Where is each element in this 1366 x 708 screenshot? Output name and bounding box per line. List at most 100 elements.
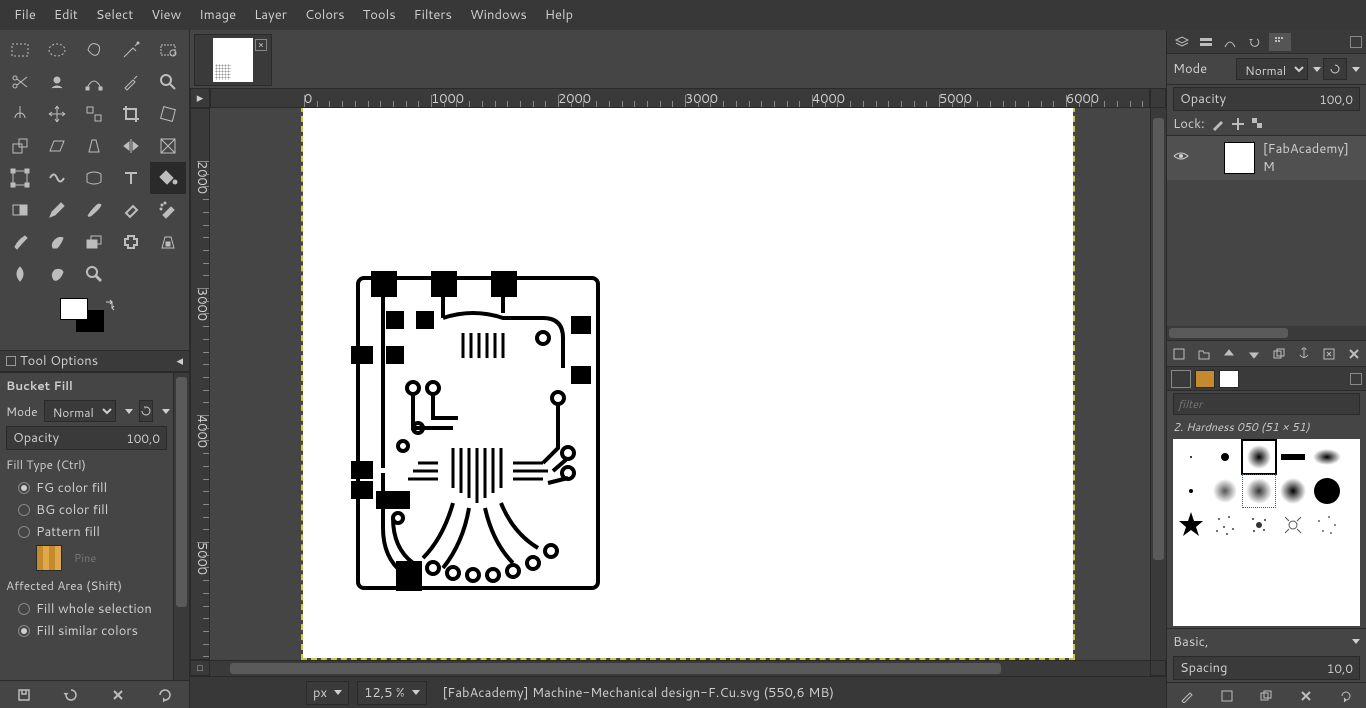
tool-paths[interactable] xyxy=(76,66,112,98)
tool-text[interactable] xyxy=(113,162,149,194)
brush-grid[interactable] xyxy=(1173,439,1360,626)
pattern-swatch[interactable] xyxy=(36,545,62,571)
brush-filter-input[interactable] xyxy=(1173,393,1360,415)
layer-name[interactable]: [FabAcademy] M xyxy=(1263,140,1360,176)
layer-visibility-icon[interactable] xyxy=(1173,148,1189,169)
tool-heal[interactable] xyxy=(113,226,149,258)
fill-whole-radio[interactable]: Fill whole selection xyxy=(0,598,173,620)
unit-select[interactable]: px xyxy=(306,681,349,705)
menu-windows[interactable]: Windows xyxy=(462,2,535,28)
horizontal-ruler[interactable]: 0100020003000400050006000 xyxy=(210,88,1150,108)
duplicate-layer-icon[interactable] xyxy=(1272,347,1286,361)
tool-cage[interactable] xyxy=(150,130,186,162)
menu-image[interactable]: Image xyxy=(191,2,244,28)
swap-colors-icon[interactable] xyxy=(104,298,118,312)
lock-pixels-icon[interactable] xyxy=(1211,117,1225,131)
merge-layer-icon[interactable] xyxy=(1322,347,1336,361)
lock-alpha-icon[interactable] xyxy=(1251,117,1265,131)
close-tab-icon[interactable]: × xyxy=(255,39,267,51)
brushes-tab-icon[interactable] xyxy=(1171,370,1191,388)
tool-zoom[interactable] xyxy=(150,66,186,98)
tool-fuzzy-select[interactable] xyxy=(113,34,149,66)
tool-smudge[interactable] xyxy=(39,258,75,290)
brush-spacing-slider[interactable]: Spacing 10,0 xyxy=(1173,656,1360,680)
refresh-brush-icon[interactable] xyxy=(1339,689,1353,703)
dock-detach-icon[interactable] xyxy=(1350,36,1362,48)
brush-preset-select[interactable]: Basic, xyxy=(1173,633,1209,651)
tool-perspective[interactable] xyxy=(76,130,112,162)
tool-dodge[interactable] xyxy=(76,258,112,290)
gradients-tab-icon[interactable] xyxy=(1219,370,1239,388)
delete-brush-icon[interactable] xyxy=(1299,689,1313,703)
tool-foreground-select[interactable] xyxy=(39,66,75,98)
lock-position-icon[interactable] xyxy=(1231,117,1245,131)
tool-by-color-select[interactable] xyxy=(150,34,186,66)
tool-rotate[interactable] xyxy=(150,98,186,130)
canvas-page[interactable] xyxy=(303,108,1073,658)
layer-mode-select[interactable]: Normal xyxy=(1236,58,1308,80)
tool-ellipse-select[interactable] xyxy=(39,34,75,66)
navigation-icon[interactable] xyxy=(1150,660,1166,676)
tool-scale[interactable] xyxy=(2,130,38,162)
canvas-viewport[interactable] xyxy=(210,108,1150,660)
canvas-vscrollbar[interactable] xyxy=(1150,108,1166,660)
menu-tools[interactable]: Tools xyxy=(355,2,404,28)
tool-eraser[interactable] xyxy=(113,194,149,226)
histogram-tab-icon[interactable] xyxy=(1269,33,1291,51)
canvas-hscrollbar[interactable] xyxy=(210,660,1150,676)
tool-scissors[interactable] xyxy=(2,66,38,98)
brush-dock-menu-icon[interactable] xyxy=(1350,373,1362,385)
opacity-slider[interactable]: Opacity 100,0 xyxy=(6,426,167,450)
save-preset-icon[interactable] xyxy=(16,687,32,703)
tool-bucket-fill[interactable] xyxy=(150,162,186,194)
tool-free-select[interactable] xyxy=(76,34,112,66)
fill-pattern-radio[interactable]: Pattern fill xyxy=(0,521,173,543)
lower-layer-icon[interactable] xyxy=(1247,347,1261,361)
menu-layer[interactable]: Layer xyxy=(246,2,295,28)
tool-blur[interactable] xyxy=(2,258,38,290)
patterns-tab-icon[interactable] xyxy=(1195,370,1215,388)
delete-icon[interactable] xyxy=(110,687,126,703)
raise-layer-icon[interactable] xyxy=(1222,347,1236,361)
tool-options-scrollbar[interactable] xyxy=(173,373,189,680)
tool-airbrush[interactable] xyxy=(150,194,186,226)
new-brush-icon[interactable] xyxy=(1220,689,1234,703)
undo-tab-icon[interactable] xyxy=(1243,33,1265,51)
tool-ink[interactable] xyxy=(2,226,38,258)
vertical-ruler[interactable]: 2000300040005000 xyxy=(190,108,210,660)
tool-color-picker[interactable] xyxy=(113,66,149,98)
dock-menu-icon[interactable]: ◂ xyxy=(176,352,183,370)
paths-tab-icon[interactable] xyxy=(1219,33,1241,51)
menu-help[interactable]: Help xyxy=(537,2,581,28)
tool-handle-transform[interactable] xyxy=(76,162,112,194)
tool-gradient[interactable] xyxy=(2,194,38,226)
new-group-icon[interactable] xyxy=(1197,347,1211,361)
image-tab[interactable]: × xyxy=(194,34,272,86)
tool-perspective-clone[interactable] xyxy=(150,226,186,258)
fill-fg-radio[interactable]: FG color fill xyxy=(0,477,173,499)
tool-unified-transform[interactable] xyxy=(2,162,38,194)
fill-similar-radio[interactable]: Fill similar colors xyxy=(0,620,173,642)
delete-layer-icon[interactable] xyxy=(1347,347,1361,361)
tool-clone[interactable] xyxy=(76,226,112,258)
color-swatches[interactable] xyxy=(60,298,189,346)
tool-paintbrush[interactable] xyxy=(76,194,112,226)
layers-hscrollbar[interactable] xyxy=(1167,326,1366,340)
layer-opacity-slider[interactable]: Opacity 100,0 xyxy=(1173,87,1360,111)
new-layer-icon[interactable] xyxy=(1172,347,1186,361)
menu-filters[interactable]: Filters xyxy=(406,2,460,28)
tool-mypaint[interactable] xyxy=(39,226,75,258)
tool-flip[interactable] xyxy=(113,130,149,162)
restore-icon[interactable] xyxy=(63,687,79,703)
quickmask-toggle[interactable]: □ xyxy=(190,660,210,676)
menu-file[interactable]: File xyxy=(6,2,44,28)
tool-measure[interactable] xyxy=(2,98,38,130)
tool-shear[interactable] xyxy=(39,130,75,162)
tool-pencil[interactable] xyxy=(39,194,75,226)
mode-reset-button[interactable] xyxy=(139,400,153,422)
reset-icon[interactable] xyxy=(157,687,173,703)
layers-tab-icon[interactable] xyxy=(1171,33,1193,51)
menu-edit[interactable]: Edit xyxy=(46,2,86,28)
menu-select[interactable]: Select xyxy=(88,2,141,28)
zoom-select[interactable]: 12,5 % xyxy=(357,681,426,705)
